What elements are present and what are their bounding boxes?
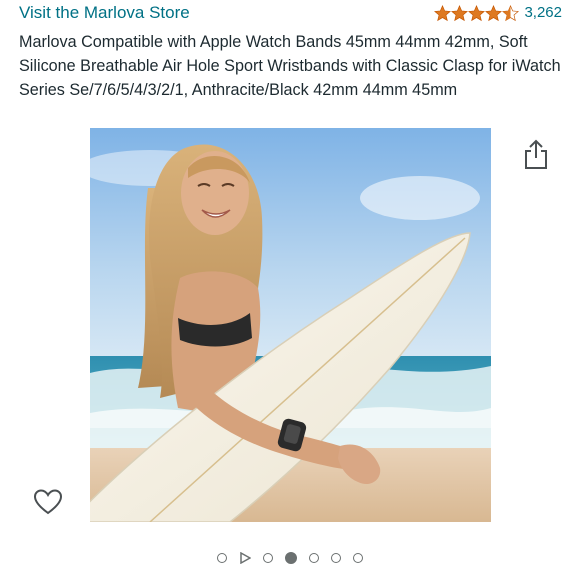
carousel-dot-active[interactable] [285, 552, 297, 564]
share-icon[interactable] [522, 138, 550, 170]
carousel-dot[interactable] [263, 553, 273, 563]
carousel-dot[interactable] [331, 553, 341, 563]
star-full-icon [485, 4, 503, 21]
star-full-icon [434, 4, 452, 21]
carousel-dot[interactable] [309, 553, 319, 563]
product-image[interactable] [90, 128, 491, 522]
carousel-dot[interactable] [353, 553, 363, 563]
play-icon[interactable] [239, 552, 251, 564]
star-full-icon [468, 4, 486, 21]
product-title: Marlova Compatible with Apple Watch Band… [19, 33, 561, 99]
visit-store-link[interactable]: Visit the Marlova Store [19, 3, 190, 23]
rating-summary[interactable]: 3,262 [434, 4, 562, 22]
star-full-icon [451, 4, 469, 21]
rating-count[interactable]: 3,262 [524, 4, 562, 22]
product-photo [90, 128, 491, 522]
star-half-icon [502, 4, 520, 21]
heart-icon[interactable] [33, 487, 63, 517]
image-carousel-indicator [0, 548, 580, 568]
carousel-dot[interactable] [217, 553, 227, 563]
star-rating [434, 4, 520, 22]
